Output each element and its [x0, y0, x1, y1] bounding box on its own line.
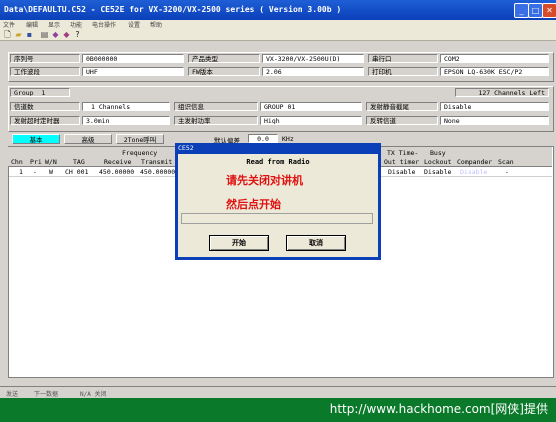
- menu-help[interactable]: 帮助: [150, 20, 162, 29]
- channel-count-value: 1 Channels: [82, 102, 170, 111]
- read-radio-dialog: CE52 Read from Radio 请先关闭对讲机 然后点开始 开始 取消: [175, 143, 381, 260]
- header-compander[interactable]: Compander: [457, 158, 492, 166]
- group-label-text: Group: [14, 89, 34, 97]
- port-value: COM2: [440, 54, 549, 63]
- printer-value: EPSON LQ-630K ESC/P2: [440, 67, 549, 76]
- new-file-icon[interactable]: 🗋: [3, 30, 12, 39]
- status-na: N/A 关闭: [80, 391, 107, 398]
- header-pri[interactable]: Pri: [30, 158, 42, 166]
- write-radio-icon[interactable]: ◆: [62, 30, 71, 39]
- header-receive[interactable]: Receive: [104, 158, 131, 166]
- status-next: 下一数据: [34, 391, 59, 398]
- read-radio-icon[interactable]: ◆: [51, 30, 60, 39]
- tab-2tone[interactable]: 2Tone呼叫: [116, 134, 164, 144]
- cell-tot[interactable]: Disable: [388, 168, 415, 176]
- printer-label: 打印机: [368, 67, 438, 76]
- cell-transmit[interactable]: 450.00000: [140, 168, 175, 176]
- header-scan[interactable]: Scan: [498, 158, 514, 166]
- channel-count-label: 信道数: [10, 102, 80, 111]
- cell-pri[interactable]: -: [33, 168, 37, 176]
- minimize-button[interactable]: _: [514, 3, 529, 18]
- menu-edit[interactable]: 编辑: [26, 20, 38, 29]
- window-title: Data\DEFAULTU.C52 - CE52E for VX-3200/VX…: [4, 5, 342, 14]
- header-wn[interactable]: W/N: [45, 158, 57, 166]
- cell-compander[interactable]: Disable: [460, 168, 487, 176]
- group-number: 1: [41, 89, 46, 97]
- open-folder-icon[interactable]: ▰: [14, 30, 23, 39]
- tx-mute-label: 发射静音截尾: [366, 102, 438, 111]
- start-button[interactable]: 开始: [209, 235, 269, 251]
- header-lockout[interactable]: Lockout: [424, 158, 451, 166]
- header-busy[interactable]: Busy: [430, 149, 446, 157]
- help-icon[interactable]: ?: [73, 30, 82, 39]
- fw-value: 2.06: [262, 67, 364, 76]
- tx-power-value[interactable]: High: [260, 116, 362, 125]
- tot-value[interactable]: 3.0min: [82, 116, 170, 125]
- dialog-body: Read from Radio 请先关闭对讲机 然后点开始 开始 取消: [178, 154, 378, 257]
- menu-file[interactable]: 文件: [3, 20, 15, 29]
- menu-bar: 文件 编辑 显示 功能 电台操作 设置 帮助: [0, 20, 556, 29]
- tx-power-label: 主发射功率: [174, 116, 258, 125]
- menu-view[interactable]: 显示: [48, 20, 60, 29]
- reverse-channel-label: 反转信道: [366, 116, 438, 125]
- offset-unit: KHz: [282, 135, 294, 143]
- cancel-button[interactable]: 取消: [286, 235, 346, 251]
- dialog-heading: Read from Radio: [246, 158, 310, 166]
- tab-advanced[interactable]: 高级: [64, 134, 112, 144]
- menu-radio[interactable]: 电台操作: [92, 20, 116, 29]
- dialog-instruction-2: 然后点开始: [226, 198, 281, 211]
- cell-wn[interactable]: W: [49, 168, 53, 176]
- dialog-instruction-1: 请先关闭对讲机: [226, 174, 303, 187]
- reverse-channel-value[interactable]: None: [440, 116, 549, 125]
- cell-lockout[interactable]: Disable: [424, 168, 451, 176]
- product-label: 产品类型: [188, 54, 260, 63]
- band-value: UHF: [82, 67, 184, 76]
- header-tag[interactable]: TAG: [73, 158, 85, 166]
- menu-function[interactable]: 功能: [70, 20, 82, 29]
- read-progress-bar: [181, 213, 373, 224]
- group-id-label: 组识信息: [174, 102, 258, 111]
- status-send: 发送: [6, 391, 19, 398]
- print-icon[interactable]: ▤: [40, 30, 49, 39]
- channels-left: 127 Channels Left: [455, 88, 549, 97]
- cell-chn[interactable]: 1: [19, 168, 23, 176]
- maximize-button[interactable]: □: [528, 3, 543, 18]
- product-value: VX-3200/VX-2500U(D): [262, 54, 364, 63]
- menu-settings[interactable]: 设置: [128, 20, 140, 29]
- band-label: 工作波段: [10, 67, 80, 76]
- header-out-timer[interactable]: Out timer: [384, 158, 419, 166]
- fw-label: FW版本: [188, 67, 260, 76]
- tab-basic[interactable]: 基本: [12, 134, 60, 144]
- toolbar: 🗋 ▰ ▪ ▤ ◆ ◆ ?: [0, 29, 556, 41]
- header-frequency: Frequency: [122, 149, 158, 157]
- close-button[interactable]: ✕: [542, 3, 556, 18]
- cell-tag[interactable]: CH 001: [65, 168, 88, 176]
- serial-value: 0B000000: [82, 54, 184, 63]
- watermark-text: http://www.hackhome.com[网侠]提供: [329, 402, 548, 416]
- save-icon[interactable]: ▪: [25, 30, 34, 39]
- tot-label: 发射超时定时器: [10, 116, 80, 125]
- header-tx-time[interactable]: TX Time-: [387, 149, 418, 157]
- port-label: 串行口: [368, 54, 438, 63]
- offset-input[interactable]: 0.0: [248, 134, 278, 143]
- header-transmit[interactable]: Transmit: [141, 158, 172, 166]
- group-id-value: GROUP 01: [260, 102, 362, 111]
- group-label: Group 1: [10, 88, 70, 97]
- cell-scan[interactable]: -: [505, 168, 509, 176]
- tx-mute-value[interactable]: Disable: [440, 102, 549, 111]
- dialog-title: CE52: [178, 144, 194, 152]
- cell-receive[interactable]: 450.00000: [99, 168, 134, 176]
- header-chn[interactable]: Chn: [11, 158, 23, 166]
- serial-label: 序列号: [10, 54, 80, 63]
